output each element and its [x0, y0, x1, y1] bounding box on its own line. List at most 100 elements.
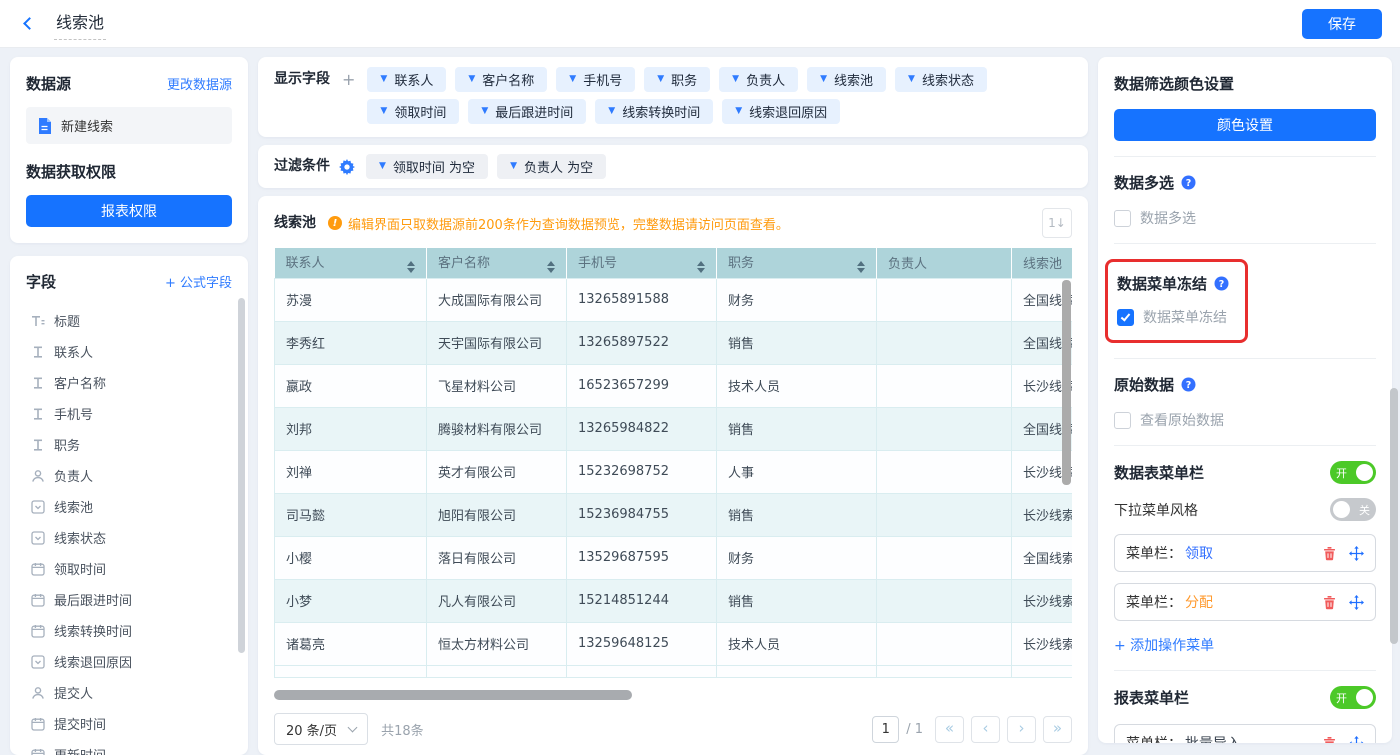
raw-data-checkbox[interactable] — [1114, 412, 1131, 429]
page-size-select[interactable]: 20 条/页 — [274, 713, 368, 745]
help-icon[interactable]: ? — [1214, 276, 1229, 291]
display-field-chip[interactable]: ▼负责人 — [719, 67, 798, 92]
sort-icon[interactable] — [857, 261, 865, 273]
menu-item-prefix: 菜单栏： — [1126, 733, 1182, 743]
field-label: 职务 — [54, 435, 80, 454]
save-button[interactable]: 保存 — [1302, 9, 1382, 39]
field-label: 线索状态 — [54, 528, 106, 547]
display-field-chip[interactable]: ▼联系人 — [367, 67, 446, 92]
field-label: 联系人 — [54, 342, 93, 361]
add-display-field-button[interactable]: + — [342, 67, 355, 92]
page-input[interactable]: 1 — [872, 716, 899, 743]
field-item[interactable]: 线索状态 — [26, 522, 232, 553]
report-permission-button[interactable]: 报表权限 — [26, 195, 232, 227]
field-item[interactable]: 提交人 — [26, 677, 232, 708]
color-settings-button[interactable]: 颜色设置 — [1114, 109, 1376, 141]
field-item[interactable]: 提交时间 — [26, 708, 232, 739]
table-vertical-scrollbar[interactable] — [1062, 280, 1071, 485]
field-item[interactable]: 最后跟进时间 — [26, 584, 232, 615]
field-item[interactable]: 标题 — [26, 305, 232, 336]
chip-label: 职务 — [671, 70, 697, 89]
display-field-chip[interactable]: ▼手机号 — [556, 67, 635, 92]
field-item[interactable]: 线索退回原因 — [26, 646, 232, 677]
document-icon — [37, 118, 52, 134]
dropdown-style-toggle[interactable]: 关 — [1330, 498, 1376, 521]
move-icon[interactable] — [1349, 595, 1364, 610]
next-page-button[interactable]: › — [1007, 716, 1036, 743]
display-field-chip[interactable]: ▼线索退回原因 — [722, 99, 840, 124]
table-cell: 飞星材料公司 — [427, 364, 567, 407]
help-icon[interactable]: ? — [1181, 175, 1196, 190]
fields-list: 标题联系人客户名称手机号职务负责人线索池线索状态领取时间最后跟进时间线索转换时间… — [26, 305, 232, 755]
table-column-header[interactable]: 联系人 — [275, 248, 427, 278]
display-field-chip[interactable]: ▼领取时间 — [367, 99, 459, 124]
sort-icon[interactable] — [697, 261, 705, 273]
report-menu-toggle[interactable]: 开 — [1330, 686, 1376, 709]
field-item[interactable]: 线索池 — [26, 491, 232, 522]
field-label: 线索退回原因 — [54, 652, 132, 671]
field-label: 提交时间 — [54, 714, 106, 733]
table-menu-toggle[interactable]: 开 — [1330, 461, 1376, 484]
multi-select-row: 数据多选 — [1114, 208, 1376, 228]
sort-icon[interactable] — [407, 261, 415, 273]
table-column-header[interactable]: 职务 — [717, 248, 877, 278]
datasource-item[interactable]: 新建线索 — [26, 107, 232, 144]
field-item[interactable]: 职务 — [26, 429, 232, 460]
display-field-chip[interactable]: ▼职务 — [644, 67, 710, 92]
sort-order-button[interactable]: 1↓ — [1042, 208, 1072, 238]
change-datasource-link[interactable]: 更改数据源 — [167, 74, 232, 93]
page-scrollbar[interactable] — [1390, 388, 1398, 644]
last-page-button[interactable]: » — [1043, 716, 1072, 743]
field-item[interactable]: 领取时间 — [26, 553, 232, 584]
field-item[interactable]: 线索转换时间 — [26, 615, 232, 646]
field-item[interactable]: 更新时间 — [26, 739, 232, 755]
table-column-header[interactable]: 手机号 — [567, 248, 717, 278]
delete-icon[interactable] — [1322, 736, 1337, 744]
table-cell: 小梦 — [275, 579, 427, 622]
filter-chip[interactable]: ▼负责人 为空 — [497, 154, 606, 179]
table-column-header[interactable]: 线索池 — [1012, 248, 1073, 278]
prev-page-button[interactable]: ‹ — [971, 716, 1000, 743]
chip-label: 手机号 — [583, 70, 622, 89]
delete-icon[interactable] — [1322, 595, 1337, 610]
filter-settings-icon[interactable] — [339, 159, 355, 175]
divider — [1114, 243, 1376, 244]
page-title: 线索池 — [54, 7, 106, 40]
multi-select-checkbox[interactable] — [1114, 210, 1131, 227]
menu-item-name: 批量导入 — [1185, 733, 1241, 743]
display-field-chip[interactable]: ▼线索池 — [807, 67, 886, 92]
display-field-chip[interactable]: ▼客户名称 — [455, 67, 547, 92]
sort-icon[interactable] — [547, 261, 555, 273]
sort-desc-icon — [547, 268, 555, 273]
field-item[interactable]: 联系人 — [26, 336, 232, 367]
table-column-header[interactable]: 客户名称 — [427, 248, 567, 278]
fields-card: 字段 + 公式字段 标题联系人客户名称手机号职务负责人线索池线索状态领取时间最后… — [10, 256, 248, 755]
field-item[interactable]: 手机号 — [26, 398, 232, 429]
field-item[interactable]: 负责人 — [26, 460, 232, 491]
table-cell — [877, 622, 1012, 665]
table-horizontal-scrollbar[interactable] — [274, 690, 632, 700]
move-icon[interactable] — [1349, 546, 1364, 561]
text-field-icon — [31, 376, 45, 390]
display-field-chip[interactable]: ▼线索转换时间 — [595, 99, 713, 124]
first-page-button[interactable]: « — [935, 716, 964, 743]
display-field-chip[interactable]: ▼最后跟进时间 — [468, 99, 586, 124]
add-formula-field-link[interactable]: + 公式字段 — [165, 272, 232, 291]
table-cell — [877, 665, 1012, 677]
fields-scrollbar[interactable] — [238, 298, 245, 653]
filter-chip[interactable]: ▼领取时间 为空 — [366, 154, 488, 179]
text-field-icon — [31, 438, 45, 452]
filter-chip-label: 领取时间 为空 — [393, 157, 475, 176]
total-count: 共18条 — [381, 720, 859, 739]
table-column-header[interactable]: 负责人 — [877, 248, 1012, 278]
sort-desc-icon — [857, 268, 865, 273]
add-action-menu-link[interactable]: + 添加操作菜单 — [1114, 635, 1214, 655]
delete-icon[interactable] — [1322, 546, 1337, 561]
display-field-chip[interactable]: ▼线索状态 — [895, 67, 987, 92]
back-button[interactable] — [18, 13, 40, 35]
move-icon[interactable] — [1349, 736, 1364, 744]
toggle-knob — [1356, 464, 1373, 481]
field-item[interactable]: 客户名称 — [26, 367, 232, 398]
help-icon[interactable]: ? — [1181, 377, 1196, 392]
menu-freeze-checkbox[interactable] — [1117, 309, 1134, 326]
